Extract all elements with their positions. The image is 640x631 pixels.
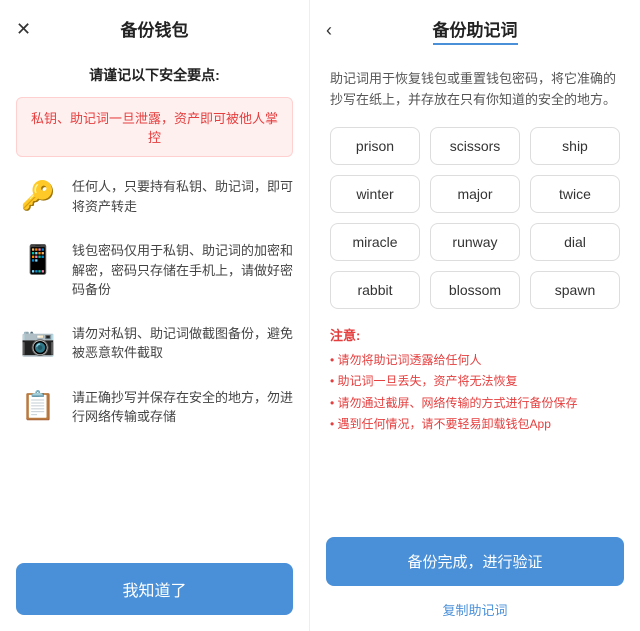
mnemonic-word: prison xyxy=(330,127,420,165)
notes-item: 助记词一旦丢失，资产将无法恢复 xyxy=(330,371,620,393)
mnemonic-word: twice xyxy=(530,175,620,213)
notes-section: 注意: 请勿将助记词透露给任何人助记词一旦丢失，资产将无法恢复请勿通过截屏、网络… xyxy=(310,325,640,448)
mnemonic-word: scissors xyxy=(430,127,520,165)
tip-list: 🔑 任何人，只要持有私钥、助记词，即可将资产转走 📱 钱包密码仅用于私钥、助记词… xyxy=(0,173,309,547)
notes-item: 请勿通过截屏、网络传输的方式进行备份保存 xyxy=(330,393,620,415)
tip-icon: 📷 xyxy=(16,320,60,364)
left-title: 备份钱包 xyxy=(121,16,189,41)
mnemonic-word: ship xyxy=(530,127,620,165)
tip-icon: 📋 xyxy=(16,384,60,428)
mnemonic-word: dial xyxy=(530,223,620,261)
mnemonic-word: blossom xyxy=(430,271,520,309)
mnemonic-word: winter xyxy=(330,175,420,213)
mnemonic-word: miracle xyxy=(330,223,420,261)
tip-item: 🔑 任何人，只要持有私钥、助记词，即可将资产转走 xyxy=(16,173,293,217)
right-description: 助记词用于恢复钱包或重置钱包密码，将它准确的抄写在纸上，并存放在只有你知道的安全… xyxy=(310,61,640,127)
copy-mnemonic-link[interactable]: 复制助记词 xyxy=(326,596,624,623)
tip-icon: 🔑 xyxy=(16,173,60,217)
mnemonic-word: major xyxy=(430,175,520,213)
right-header: ‹ 备份助记词 xyxy=(310,0,640,61)
close-button[interactable]: ✕ xyxy=(16,20,31,38)
mnemonic-grid: prison scissors ship winter major twice miracl… xyxy=(310,127,640,325)
tip-item: 📷 请勿对私钥、助记词做截图备份，避免被恶意软件截取 xyxy=(16,320,293,364)
tip-text: 钱包密码仅用于私钥、助记词的加密和解密，密码只存储在手机上，请做好密码备份 xyxy=(72,237,293,300)
tip-item: 📱 钱包密码仅用于私钥、助记词的加密和解密，密码只存储在手机上，请做好密码备份 xyxy=(16,237,293,300)
mnemonic-word: rabbit xyxy=(330,271,420,309)
back-button[interactable]: ‹ xyxy=(326,20,332,41)
tip-item: 📋 请正确抄写并保存在安全的地方，勿进行网络传输或存储 xyxy=(16,384,293,428)
right-title: 备份助记词 xyxy=(433,16,518,45)
tip-text: 任何人，只要持有私钥、助记词，即可将资产转走 xyxy=(72,173,293,216)
notes-title: 注意: xyxy=(330,325,620,344)
left-header: ✕ 备份钱包 xyxy=(0,0,309,57)
tip-text: 请正确抄写并保存在安全的地方，勿进行网络传输或存储 xyxy=(72,384,293,427)
tip-text: 请勿对私钥、助记词做截图备份，避免被恶意软件截取 xyxy=(72,320,293,363)
right-panel: ‹ 备份助记词 助记词用于恢复钱包或重置钱包密码，将它准确的抄写在纸上，并存放在… xyxy=(310,0,640,631)
warning-banner: 私钥、助记词一旦泄露，资产即可被他人掌控 xyxy=(16,97,293,157)
mnemonic-word: runway xyxy=(430,223,520,261)
mnemonic-word: spawn xyxy=(530,271,620,309)
notes-item: 遇到任何情况，请不要轻易卸载钱包App xyxy=(330,414,620,436)
tip-icon: 📱 xyxy=(16,237,60,281)
left-footer: 我知道了 xyxy=(0,547,309,631)
left-subtitle: 请谨记以下安全要点: xyxy=(0,57,309,97)
right-footer: 备份完成，进行验证 复制助记词 xyxy=(310,525,640,631)
know-button[interactable]: 我知道了 xyxy=(16,563,293,615)
left-panel: ✕ 备份钱包 请谨记以下安全要点: 私钥、助记词一旦泄露，资产即可被他人掌控 🔑… xyxy=(0,0,310,631)
notes-item: 请勿将助记词透露给任何人 xyxy=(330,350,620,372)
backup-verify-button[interactable]: 备份完成，进行验证 xyxy=(326,537,624,586)
